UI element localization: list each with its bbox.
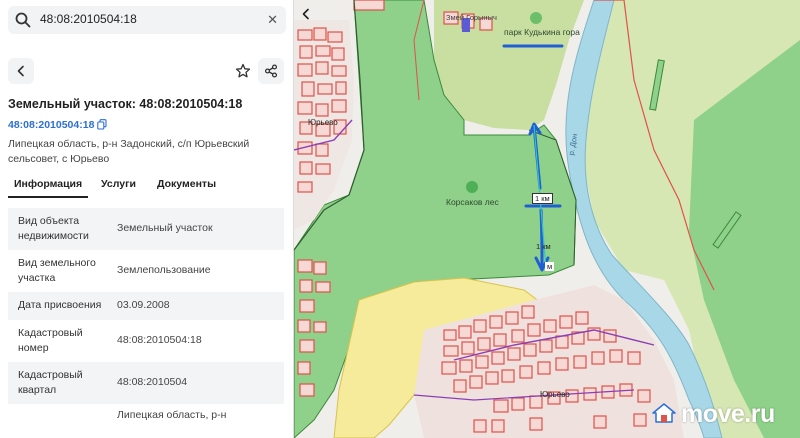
back-button[interactable] (8, 58, 34, 84)
copy-icon[interactable] (97, 119, 107, 130)
distance-label-1: 1 км (532, 193, 553, 204)
cadastral-map[interactable]: парк Кудькина гора Змей Горыныч Корсаков… (294, 0, 800, 438)
tab-documents[interactable]: Документы (157, 178, 216, 190)
property-value: 48:08:2010504:18 (117, 334, 202, 346)
map-canvas[interactable] (294, 0, 800, 438)
property-key: Кадастровый квартал (18, 369, 83, 396)
logo-text: move.ru (681, 400, 775, 428)
tab-bar: Информация Услуги Документы (0, 174, 293, 198)
table-row: Кадастровый номер 48:08:2010504:18 (8, 320, 284, 362)
favorite-button[interactable] (230, 58, 256, 84)
map-label-zmei: Змей Горыныч (446, 13, 497, 22)
table-row: Липецкая область, р-н (8, 404, 284, 438)
property-value: 48:08:2010504 (117, 376, 188, 388)
star-icon (235, 63, 251, 78)
back-arrow-icon (302, 8, 309, 20)
house-icon (652, 403, 676, 423)
map-label-park: парк Кудькина гора (504, 27, 580, 37)
search-input[interactable]: 48:08:2010504:18 (40, 12, 137, 26)
search-icon (15, 12, 31, 28)
map-back-button[interactable] (300, 8, 320, 28)
property-key: Кадастровый номер (18, 327, 83, 354)
table-row: Вид объекта недвижимости Земельный участ… (8, 208, 284, 250)
share-icon (264, 64, 278, 78)
back-arrow-icon (17, 65, 24, 77)
table-row: Дата присвоения 03.09.2008 (8, 292, 284, 320)
tab-information[interactable]: Информация (14, 178, 82, 190)
property-value: 03.09.2008 (117, 299, 170, 311)
object-info-panel: 48:08:2010504:18 ✕ Земельный участок: 48… (0, 0, 294, 438)
table-row: Кадастровый квартал 48:08:2010504 (8, 362, 284, 404)
property-value: Липецкая область, р-н (117, 409, 227, 421)
search-bar[interactable]: 48:08:2010504:18 ✕ (8, 6, 286, 34)
property-key: Вид земельного участка (18, 257, 96, 284)
plot-address: Липецкая область, р-н Задонский, с/п Юрь… (8, 138, 250, 165)
map-label-north-village: Юрьево (308, 118, 338, 127)
active-tab-indicator (8, 196, 88, 198)
close-icon[interactable]: ✕ (267, 12, 278, 28)
cadastral-number-link[interactable]: 48:08:2010504:18 (8, 119, 94, 131)
distance-label-m: м (545, 262, 555, 271)
panel-toolbar (8, 58, 286, 86)
share-button[interactable] (258, 58, 284, 84)
property-value: Земельный участок (117, 222, 213, 234)
property-value: Землепользование (117, 264, 211, 276)
page-title: Земельный участок: 48:08:2010504:18 (8, 97, 243, 111)
property-key: Дата присвоения (18, 299, 102, 311)
table-row: Вид земельного участка Землепользование (8, 250, 284, 292)
map-label-forest: Корсаков лес (446, 197, 499, 207)
tab-services[interactable]: Услуги (101, 178, 136, 190)
distance-label-2: 1 км (536, 242, 551, 251)
property-key: Вид объекта недвижимости (18, 215, 89, 242)
map-label-village: Юрьево (540, 390, 570, 399)
